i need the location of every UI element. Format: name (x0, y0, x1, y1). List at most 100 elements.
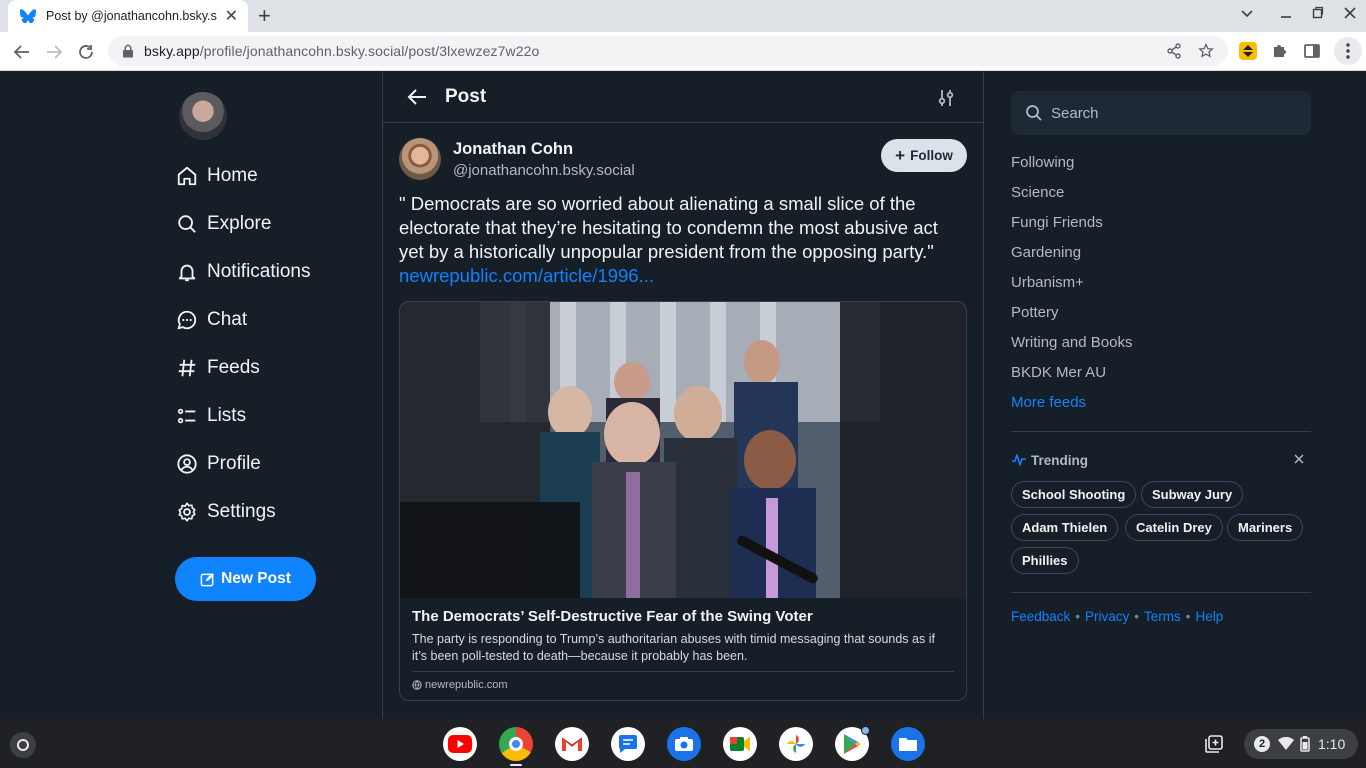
files-icon[interactable] (891, 727, 925, 761)
trending-topic[interactable]: Subway Jury (1141, 481, 1244, 508)
extension-badge-icon[interactable] (1238, 41, 1258, 61)
new-tab-button[interactable]: + (258, 4, 271, 28)
right-sidebar: Search Following Science Fungi Friends G… (1010, 71, 1311, 719)
trending-topic[interactable]: Mariners (1227, 514, 1304, 541)
google-meet-icon[interactable] (723, 727, 757, 761)
search-icon (1026, 105, 1042, 121)
launcher-icon[interactable] (10, 732, 36, 758)
feed-link[interactable]: Science (1011, 184, 1064, 201)
search-input[interactable]: Search (1011, 91, 1311, 135)
minimize-window-icon[interactable] (1280, 6, 1292, 23)
new-post-button[interactable]: New Post (175, 557, 316, 601)
close-window-icon[interactable] (1344, 6, 1356, 23)
list-icon (177, 408, 196, 424)
share-icon[interactable] (1166, 43, 1182, 59)
feed-link[interactable]: BKDK Mer AU (1011, 364, 1106, 381)
divider (1011, 592, 1311, 593)
reload-icon[interactable] (74, 40, 98, 64)
nav-item-chat[interactable]: Chat (176, 302, 247, 338)
bluesky-app: Home Explore Notifications Chat Feeds Li… (0, 71, 1366, 719)
trending-pulse-icon (1012, 454, 1026, 466)
link-preview-card[interactable]: The Democrats’ Self-Destructive Fear of … (399, 301, 967, 701)
browser-toolbar: bsky.app/profile/jonathancohn.bsky.socia… (0, 32, 1366, 71)
back-arrow-icon[interactable] (405, 85, 429, 109)
link-card-domain: newrepublic.com (412, 679, 508, 691)
feed-link[interactable]: Following (1011, 154, 1074, 171)
nav-item-settings[interactable]: Settings (176, 494, 276, 530)
tab-search-chevron-icon[interactable] (1240, 6, 1254, 23)
footer-link-privacy[interactable]: Privacy (1085, 609, 1129, 624)
url-path: /profile/jonathancohn.bsky.social/post/3… (199, 43, 540, 59)
browser-menu-icon[interactable] (1334, 37, 1362, 65)
notification-count-badge: 2 (1254, 736, 1270, 752)
thread-settings-sliders-icon[interactable] (936, 88, 956, 108)
play-store-icon[interactable] (835, 726, 870, 761)
my-avatar[interactable] (179, 92, 227, 140)
footer-link-help[interactable]: Help (1196, 609, 1224, 624)
trending-topic[interactable]: Catelin Drey (1125, 514, 1223, 541)
nav-item-label: Explore (207, 213, 272, 234)
puzzle-extensions-icon[interactable] (1270, 41, 1290, 61)
divider (412, 671, 954, 672)
side-panel-icon[interactable] (1302, 41, 1322, 61)
author-avatar[interactable] (399, 138, 441, 180)
address-bar[interactable]: bsky.app/profile/jonathancohn.bsky.socia… (108, 36, 1228, 66)
camera-icon[interactable] (667, 727, 701, 761)
browser-tab[interactable]: Post by @jonathancohn.bsky.soc ✕ (8, 0, 248, 32)
forward-arrow-icon[interactable] (42, 40, 66, 64)
battery-icon (1300, 736, 1310, 752)
close-tab-icon[interactable]: ✕ (225, 6, 238, 26)
footer-link-terms[interactable]: Terms (1144, 609, 1181, 624)
wifi-icon (1278, 737, 1294, 750)
gear-icon (178, 502, 196, 522)
holding-space-icon[interactable] (1200, 730, 1228, 758)
follow-button[interactable]: + Follow (881, 139, 967, 172)
feed-link[interactable]: Gardening (1011, 244, 1081, 261)
more-feeds-link[interactable]: More feeds (1011, 394, 1086, 411)
left-navigation: Home Explore Notifications Chat Feeds Li… (170, 71, 370, 719)
close-icon[interactable] (1292, 452, 1306, 466)
browser-tab-strip: Post by @jonathancohn.bsky.soc ✕ + (0, 0, 1366, 32)
nav-item-home[interactable]: Home (176, 158, 258, 194)
gmail-icon[interactable] (555, 727, 589, 761)
trending-topic[interactable]: Adam Thielen (1011, 514, 1119, 541)
globe-icon (412, 680, 422, 690)
link-preview-image (400, 302, 966, 598)
youtube-icon[interactable] (443, 727, 477, 761)
feed-link[interactable]: Pottery (1011, 304, 1059, 321)
trending-topic[interactable]: School Shooting (1011, 481, 1137, 508)
author-name[interactable]: Jonathan Cohn (453, 140, 573, 159)
post-body: " Democrats are so worried about alienat… (399, 193, 938, 262)
feed-link[interactable]: Urbanism+ (1011, 274, 1084, 291)
feed-link[interactable]: Fungi Friends (1011, 214, 1103, 231)
nav-item-profile[interactable]: Profile (176, 446, 261, 482)
google-photos-icon[interactable] (779, 727, 813, 761)
chrome-icon[interactable] (499, 727, 533, 761)
post-thread-column: Post Jonathan Cohn @jonathancohn.bsky.so… (382, 71, 984, 719)
nav-item-label: Chat (207, 309, 248, 330)
plus-icon: + (895, 145, 906, 165)
search-placeholder: Search (1051, 104, 1099, 122)
footer-link-feedback[interactable]: Feedback (1011, 609, 1070, 624)
nav-item-notifications[interactable]: Notifications (176, 254, 311, 290)
post-link[interactable]: newrepublic.com/article/1996... (399, 265, 654, 286)
nav-item-label: Profile (207, 453, 261, 474)
page-title: Post (445, 86, 487, 107)
messages-icon[interactable] (611, 727, 645, 761)
nav-item-explore[interactable]: Explore (176, 206, 271, 242)
lock-icon (123, 44, 133, 58)
author-handle[interactable]: @jonathancohn.bsky.social (453, 162, 635, 179)
feed-link[interactable]: Writing and Books (1011, 334, 1132, 351)
chat-icon (177, 310, 197, 330)
back-arrow-icon[interactable] (10, 40, 34, 64)
nav-item-lists[interactable]: Lists (176, 398, 246, 434)
restore-window-icon[interactable] (1312, 6, 1324, 23)
trending-topic[interactable]: Phillies (1011, 547, 1079, 574)
link-card-description: The party is responding to Trump’s autho… (412, 632, 935, 663)
status-tray[interactable]: 2 1:10 (1244, 729, 1358, 759)
hash-icon (178, 359, 196, 377)
nav-item-label: Notifications (207, 261, 311, 282)
bookmark-star-icon[interactable] (1198, 43, 1214, 59)
new-post-label: New Post (221, 570, 291, 587)
nav-item-feeds[interactable]: Feeds (176, 350, 260, 386)
